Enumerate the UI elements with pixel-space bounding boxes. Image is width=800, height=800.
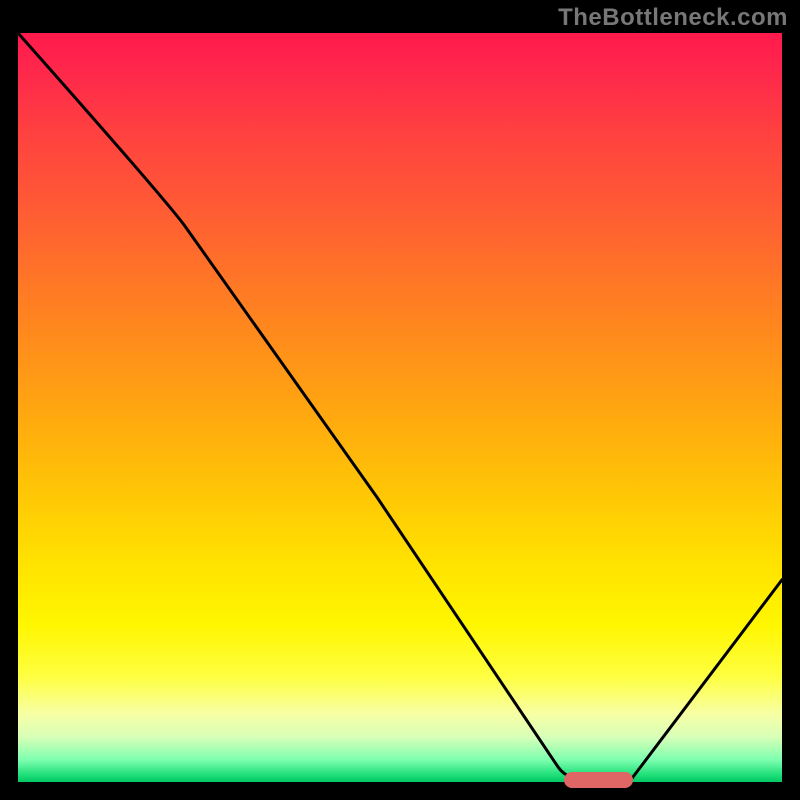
- bottleneck-curve-path: [18, 33, 782, 782]
- chart-frame: TheBottleneck.com: [0, 0, 800, 800]
- plot-area: [18, 33, 782, 782]
- watermark-text: TheBottleneck.com: [558, 4, 788, 32]
- optimal-zone-marker: [564, 772, 633, 788]
- chart-svg: [18, 33, 782, 782]
